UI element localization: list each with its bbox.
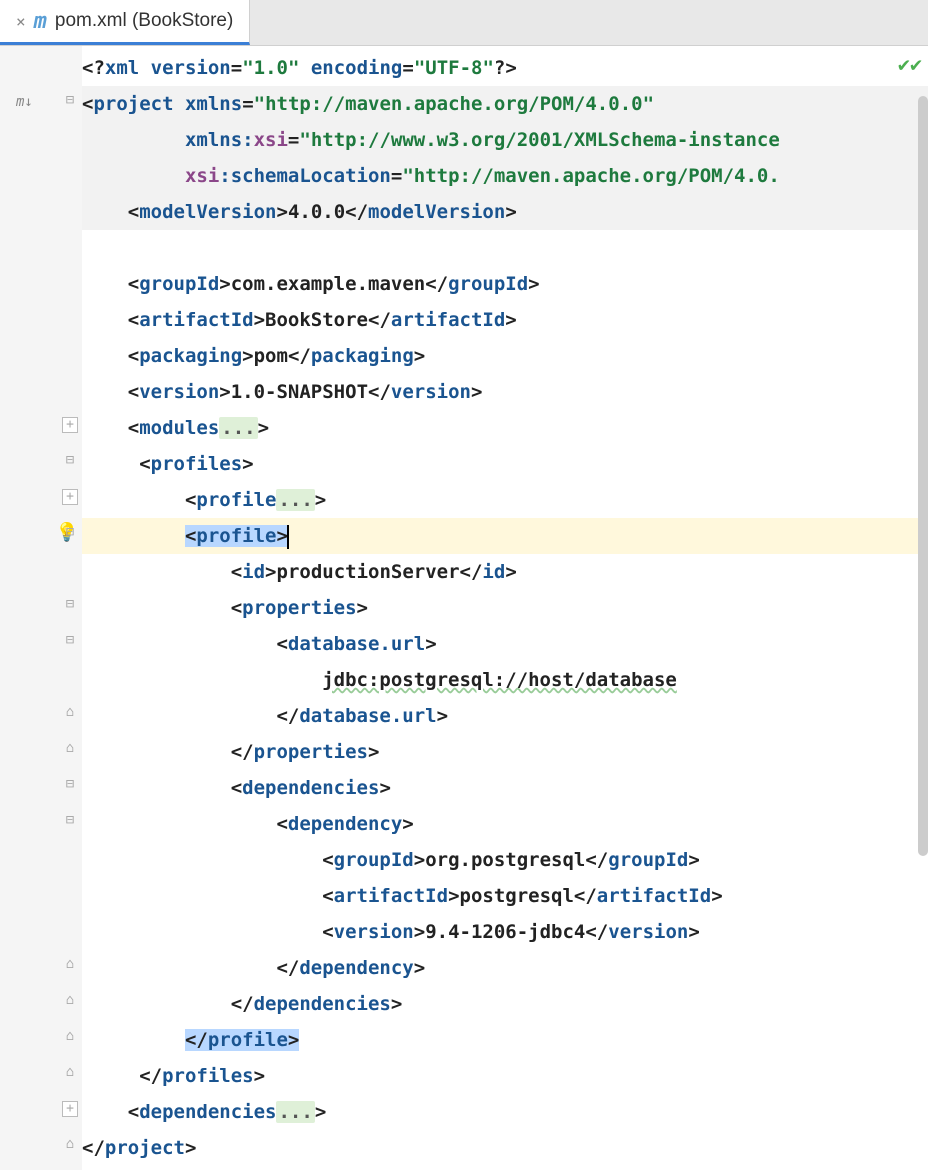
fold-toggle-icon[interactable]: ⊟	[62, 597, 78, 613]
code-line[interactable]: <groupId>com.example.maven</groupId>	[82, 266, 928, 302]
code-line[interactable]: <packaging>pom</packaging>	[82, 338, 928, 374]
code-line[interactable]: <dependencies...>	[82, 1094, 928, 1130]
code-line[interactable]: <artifactId>postgresql</artifactId>	[82, 878, 928, 914]
analysis-ok-icon[interactable]: ✔✔	[898, 52, 922, 76]
fold-toggle-icon[interactable]: ⊟	[62, 93, 78, 109]
code-line[interactable]: </profile>	[82, 1022, 928, 1058]
fold-close-icon[interactable]: ⌂	[62, 1137, 78, 1153]
code-line[interactable]: </properties>	[82, 734, 928, 770]
code-line[interactable]: <version>9.4-1206-jdbc4</version>	[82, 914, 928, 950]
tab-bar: × m pom.xml (BookStore)	[0, 0, 928, 46]
code-line[interactable]: <id>productionServer</id>	[82, 554, 928, 590]
code-line[interactable]: </profiles>	[82, 1058, 928, 1094]
fold-close-icon[interactable]: ⌂	[62, 1029, 78, 1045]
fold-close-icon[interactable]: ⌂	[62, 1065, 78, 1081]
editor[interactable]: m↓ ⊟ + ⊟ + 💡 ⊟ ⊟ ⊟ ⌂ ⌂ ⊟ ⊟ ⌂ ⌂ ⌂ ⌂ + ⌂ ✔…	[0, 46, 928, 1170]
maven-icon: m	[34, 9, 47, 34]
code-line[interactable]: xsi:schemaLocation="http://maven.apache.…	[82, 158, 928, 194]
code-line[interactable]: </dependencies>	[82, 986, 928, 1022]
close-icon[interactable]: ×	[16, 12, 26, 31]
code-line-active[interactable]: <profile>	[82, 518, 928, 554]
code-line[interactable]: <groupId>org.postgresql</groupId>	[82, 842, 928, 878]
code-line[interactable]: <properties>	[82, 590, 928, 626]
code-content[interactable]: ✔✔ <?xml version="1.0" encoding="UTF-8"?…	[82, 46, 928, 1170]
fold-close-icon[interactable]: ⌂	[62, 741, 78, 757]
code-line[interactable]: <dependency>	[82, 806, 928, 842]
code-line[interactable]: xmlns:xsi="http://www.w3.org/2001/XMLSch…	[82, 122, 928, 158]
code-line[interactable]: <?xml version="1.0" encoding="UTF-8"?>	[82, 50, 928, 86]
code-line[interactable]: <modelVersion>4.0.0</modelVersion>	[82, 194, 928, 230]
code-line[interactable]: <modules...>	[82, 410, 928, 446]
scrollbar[interactable]	[918, 96, 928, 856]
code-line[interactable]: <project xmlns="http://maven.apache.org/…	[82, 86, 928, 122]
fold-close-icon[interactable]: ⌂	[62, 705, 78, 721]
code-line[interactable]: <version>1.0-SNAPSHOT</version>	[82, 374, 928, 410]
fold-toggle-icon[interactable]: ⊟	[62, 777, 78, 793]
fold-close-icon[interactable]: ⌂	[62, 993, 78, 1009]
code-line[interactable]: jdbc:postgresql://host/database	[82, 662, 928, 698]
code-line[interactable]: </dependency>	[82, 950, 928, 986]
code-line[interactable]	[82, 230, 928, 266]
code-line[interactable]: <profile...>	[82, 482, 928, 518]
code-line[interactable]: <database.url>	[82, 626, 928, 662]
editor-tab[interactable]: × m pom.xml (BookStore)	[0, 0, 250, 45]
fold-expand-icon[interactable]: +	[62, 1101, 78, 1117]
code-line[interactable]: <dependencies>	[82, 770, 928, 806]
gutter-maven-indicator[interactable]: m↓	[16, 94, 33, 110]
code-line[interactable]: </project>	[82, 1130, 928, 1166]
code-line[interactable]: </database.url>	[82, 698, 928, 734]
fold-expand-icon[interactable]: +	[62, 489, 78, 505]
fold-toggle-icon[interactable]: ⊟	[62, 525, 78, 541]
fold-toggle-icon[interactable]: ⊟	[62, 633, 78, 649]
fold-close-icon[interactable]: ⌂	[62, 957, 78, 973]
fold-toggle-icon[interactable]: ⊟	[62, 453, 78, 469]
fold-expand-icon[interactable]: +	[62, 417, 78, 433]
code-line[interactable]: <profiles>	[82, 446, 928, 482]
tab-title: pom.xml (BookStore)	[55, 10, 233, 32]
gutter[interactable]: m↓ ⊟ + ⊟ + 💡 ⊟ ⊟ ⊟ ⌂ ⌂ ⊟ ⊟ ⌂ ⌂ ⌂ ⌂ + ⌂	[0, 46, 82, 1170]
code-line[interactable]: <artifactId>BookStore</artifactId>	[82, 302, 928, 338]
fold-toggle-icon[interactable]: ⊟	[62, 813, 78, 829]
